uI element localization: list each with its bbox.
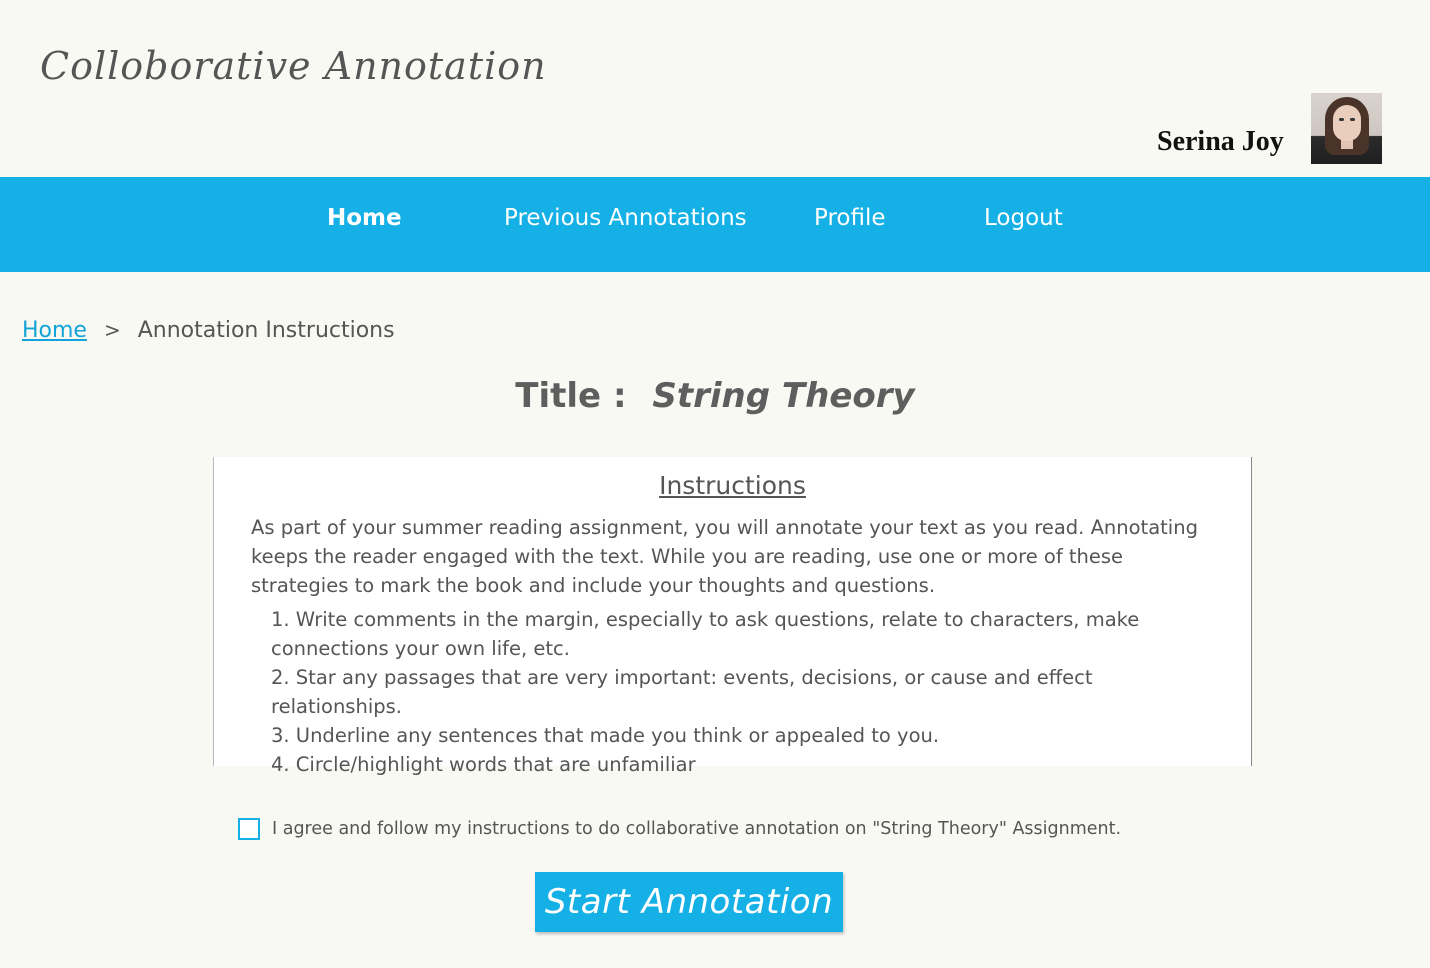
nav-logout[interactable]: Logout [984,205,1063,231]
document-title-label: Title : [515,376,627,416]
document-title-value: String Theory [652,376,915,416]
instructions-list: 1. Write comments in the margin, especia… [271,605,1201,779]
agreement-checkbox[interactable] [238,818,260,840]
user-name: Serina Joy [1157,126,1284,157]
avatar-eye [1350,118,1355,121]
breadcrumb-home-link[interactable]: Home [22,318,87,343]
nav-profile[interactable]: Profile [814,205,886,231]
instruction-item: 3. Underline any sentences that made you… [271,724,940,747]
agreement-label[interactable]: I agree and follow my instructions to do… [272,819,1121,839]
avatar-eye [1339,118,1344,121]
nav-previous-annotations[interactable]: Previous Annotations [504,205,747,231]
instructions-intro: As part of your summer reading assignmen… [251,516,1198,597]
instruction-item: 2. Star any passages that are very impor… [271,666,1093,718]
avatar[interactable] [1311,93,1382,164]
avatar-face [1333,105,1361,141]
breadcrumb-current: Annotation Instructions [137,318,395,343]
app-title: Colloborative Annotation [40,44,547,88]
instruction-item: 1. Write comments in the margin, especia… [271,608,1140,660]
breadcrumb: Home > Annotation Instructions [22,318,395,343]
instructions-heading: Instructions [659,471,806,500]
start-annotation-button[interactable]: Start Annotation [535,872,843,932]
breadcrumb-separator: > [103,318,121,342]
instruction-item: 4. Circle/highlight words that are unfam… [271,753,696,776]
main-navbar: Home Previous Annotations Profile Logout [0,177,1430,272]
nav-home[interactable]: Home [327,205,402,231]
document-title: Title : String Theory [0,376,1430,416]
instructions-panel: Instructions As part of your summer read… [213,457,1252,776]
